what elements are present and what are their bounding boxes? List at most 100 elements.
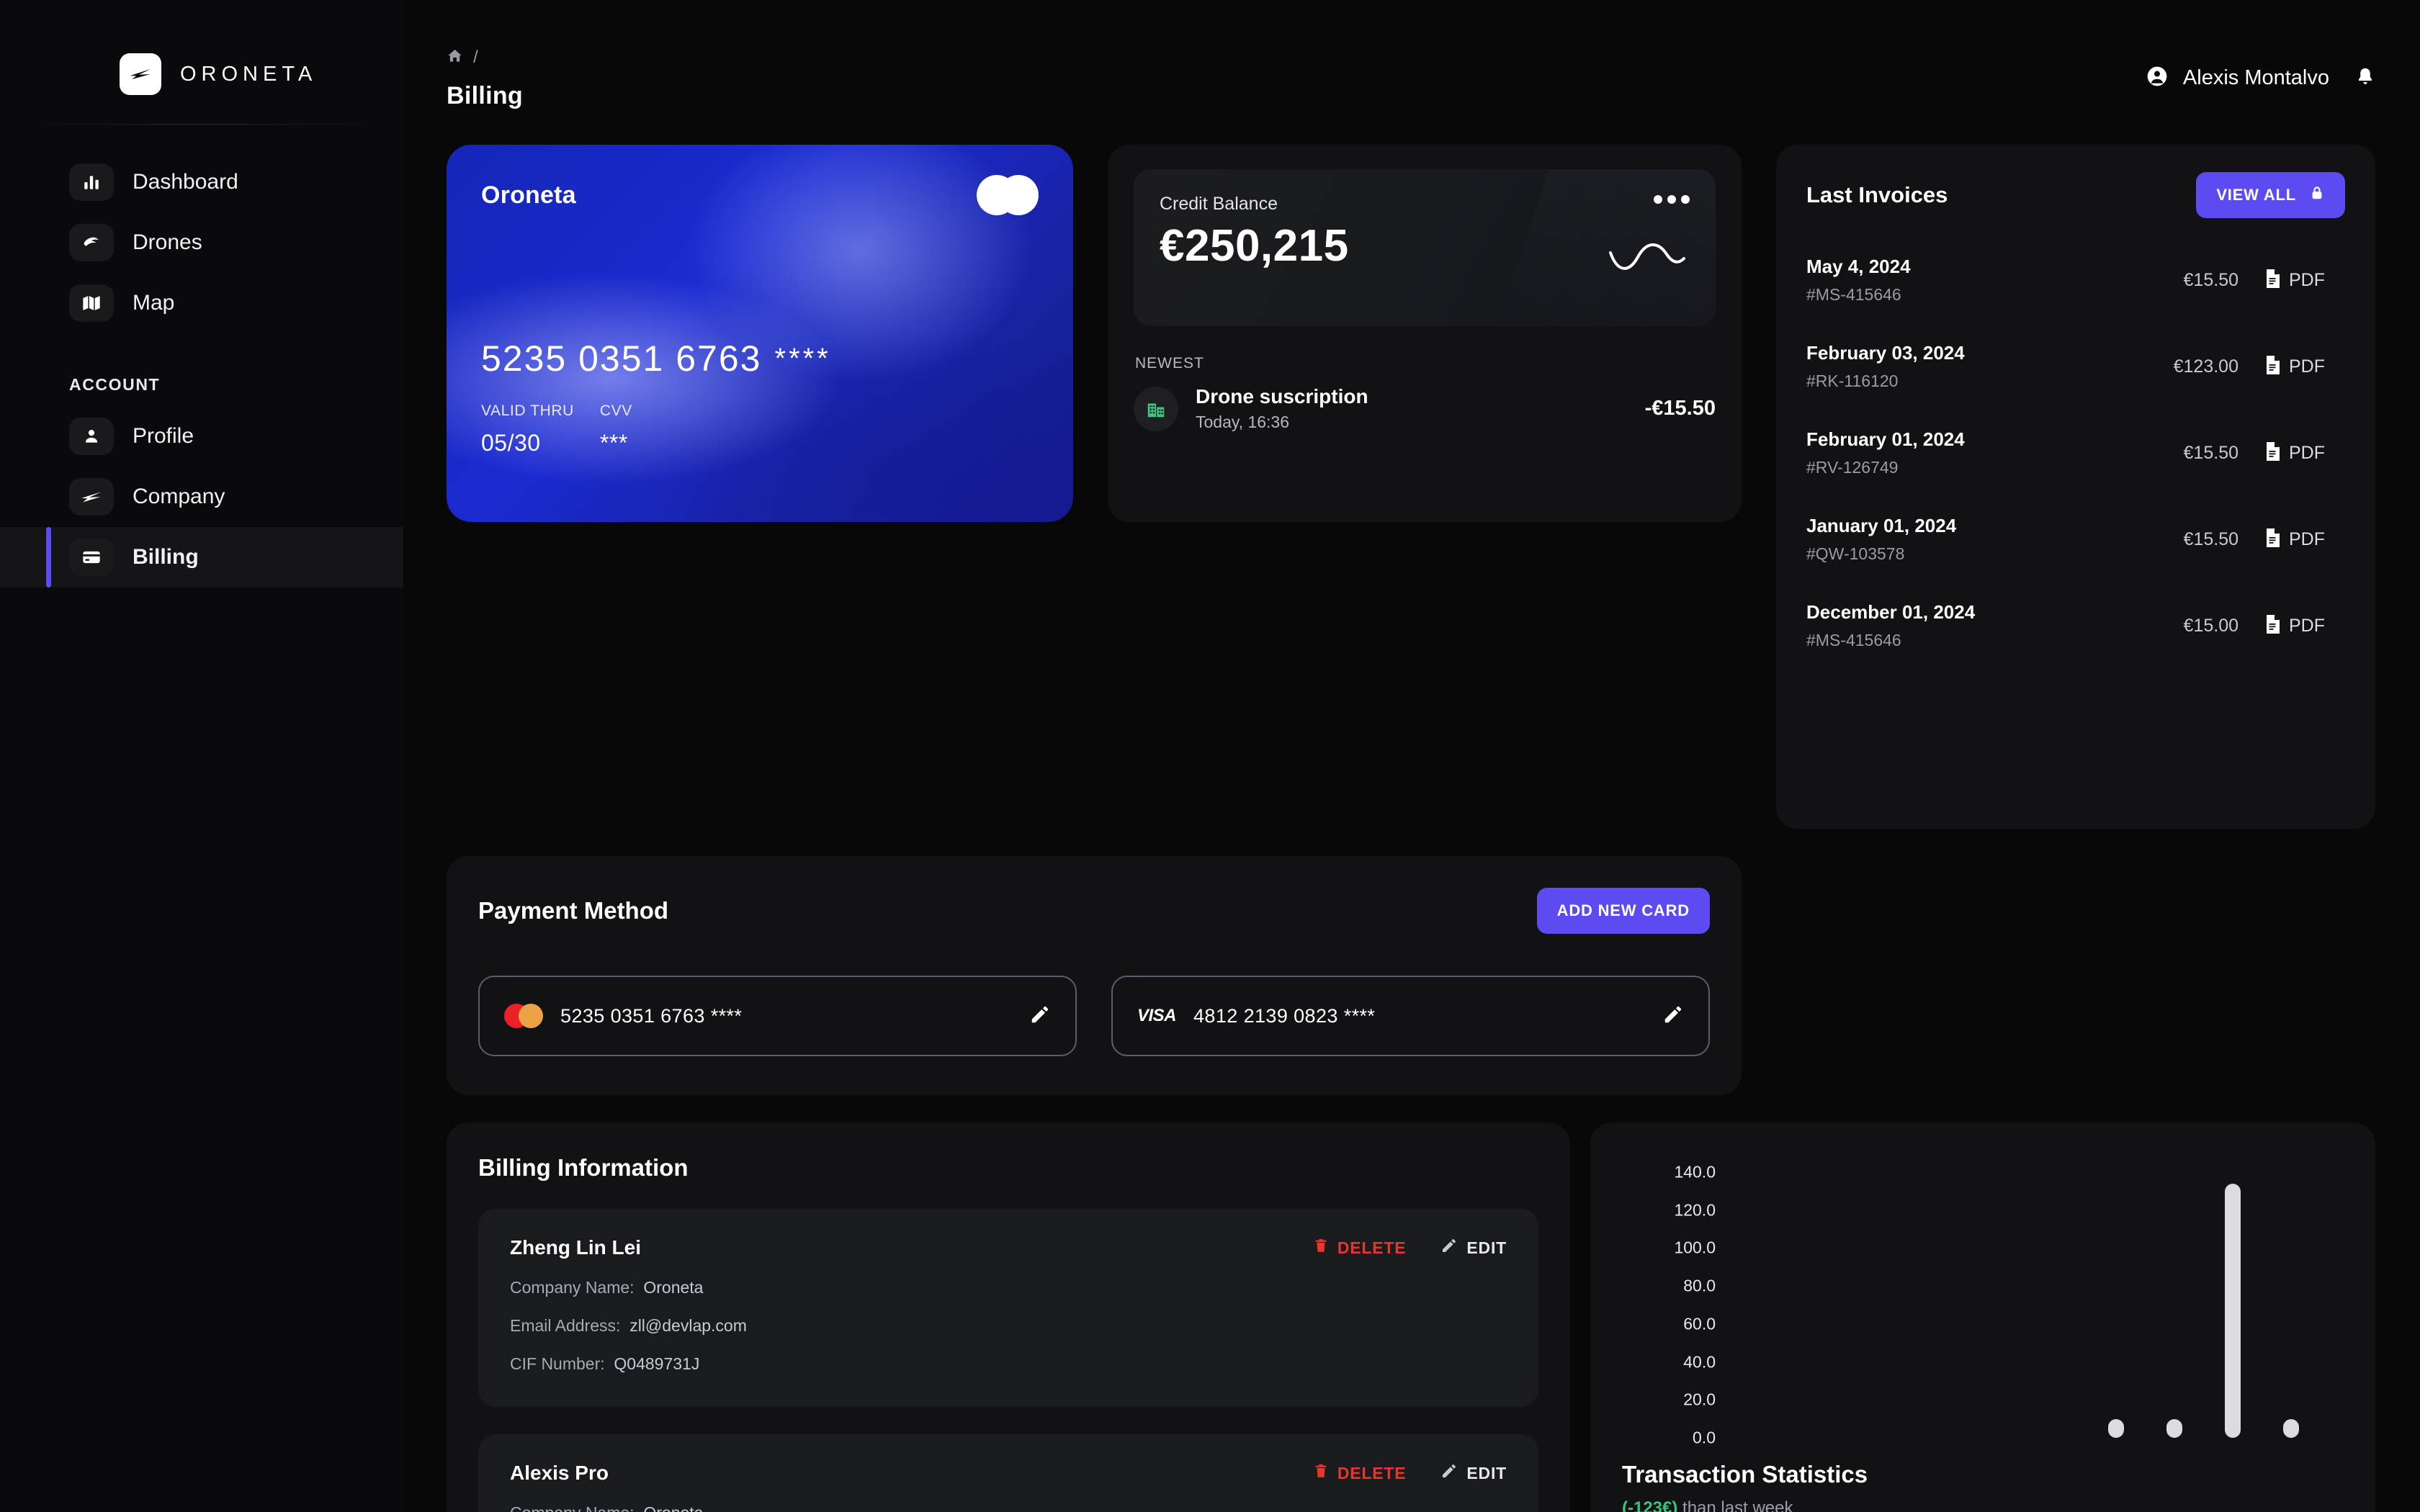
chart-plot-area xyxy=(1730,1157,2339,1438)
building-icon xyxy=(1134,386,1178,431)
sidebar-item-drones[interactable]: Drones xyxy=(0,212,403,273)
billing-entry-email: Email Address: zll@devlap.com xyxy=(510,1316,747,1335)
mastercard-icon xyxy=(977,175,1039,215)
breadcrumb: / Billing xyxy=(425,48,523,110)
transaction-text: Drone suscription Today, 16:36 xyxy=(1196,385,1368,432)
chart-y-tick: 0.0 xyxy=(1693,1428,1716,1447)
view-all-button[interactable]: VIEW ALL xyxy=(2196,172,2345,218)
delete-label: DELETE xyxy=(1337,1238,1407,1257)
balance-amount: €250,215 xyxy=(1160,221,1349,271)
newest-transaction[interactable]: Drone suscription Today, 16:36 -€15.50 xyxy=(1134,385,1716,432)
billing-entry-actions: DELETE EDIT xyxy=(1313,1462,1507,1484)
credit-card-meta: VALID THRU 05/30 CVV *** xyxy=(481,402,632,456)
billing-entry-cif: CIF Number: Q0489731J xyxy=(510,1354,700,1373)
invoice-meta: January 01, 2024 #QW-103578 xyxy=(1806,515,1956,564)
cvv-group: CVV *** xyxy=(600,402,632,456)
chart-bar xyxy=(2224,1183,2241,1438)
view-all-label: VIEW ALL xyxy=(2216,186,2296,204)
saved-card-mastercard[interactable]: 5235 0351 6763 **** xyxy=(478,976,1077,1056)
newest-label: NEWEST xyxy=(1135,355,1204,372)
billing-entry-card: Alexis Pro DELETE EDIT Company Name: Oro… xyxy=(478,1434,1538,1512)
bottom-row: Billing Information Zheng Lin Lei DELETE… xyxy=(425,1122,2375,1512)
home-icon[interactable] xyxy=(447,48,463,68)
mastercard-icon xyxy=(504,1004,543,1028)
sidebar-item-company[interactable]: Company xyxy=(0,467,403,527)
sidebar-item-dashboard[interactable]: Dashboard xyxy=(0,152,403,212)
overview-row: Oroneta 5235 0351 6763 **** VALID THRU 05… xyxy=(425,145,2375,829)
invoices-header: Last Invoices VIEW ALL xyxy=(1806,172,2345,218)
invoice-row: January 01, 2024 #QW-103578 €15.50 PDF xyxy=(1806,515,2345,564)
add-new-card-button[interactable]: ADD NEW CARD xyxy=(1536,888,1710,934)
sidebar-item-profile[interactable]: Profile xyxy=(0,406,403,467)
saved-card-visa[interactable]: VISA 4812 2139 0823 **** xyxy=(1111,976,1710,1056)
user-menu[interactable]: Alexis Montalvo xyxy=(2146,48,2375,91)
chart-bar xyxy=(2283,1419,2300,1438)
invoice-pdf-button[interactable]: PDF xyxy=(2264,441,2345,465)
trash-icon xyxy=(1313,1238,1329,1258)
invoice-amount: €15.50 xyxy=(2183,442,2238,463)
invoice-row: February 01, 2024 #RV-126749 €15.50 PDF xyxy=(1806,428,2345,477)
pencil-icon[interactable] xyxy=(1029,1004,1051,1029)
saved-card-number: 4812 2139 0823 **** xyxy=(1193,1004,1376,1027)
sidebar-nav: Dashboard Drones Map ACCOUNT Profile Com… xyxy=(0,152,403,588)
invoice-date: February 01, 2024 xyxy=(1806,428,1965,450)
more-horizontal-icon[interactable] xyxy=(1654,195,1690,204)
notification-bell-icon[interactable] xyxy=(2355,66,2375,90)
credit-card-number-mask: **** xyxy=(774,343,831,374)
edit-button[interactable]: EDIT xyxy=(1440,1462,1507,1484)
delete-label: DELETE xyxy=(1337,1463,1407,1482)
invoice-pdf-button[interactable]: PDF xyxy=(2264,528,2345,552)
invoice-pdf-button[interactable]: PDF xyxy=(2264,355,2345,379)
billing-information-title: Billing Information xyxy=(478,1154,689,1181)
pencil-icon[interactable] xyxy=(1662,1004,1684,1029)
brand-name: ORONETA xyxy=(180,62,318,86)
invoice-id: #RV-126749 xyxy=(1806,458,1899,477)
payment-method-panel: Payment Method ADD NEW CARD 5235 0351 67… xyxy=(447,856,1742,1095)
sine-wave-icon xyxy=(1608,235,1687,282)
breadcrumb-separator: / xyxy=(473,48,478,67)
billing-entry-header: Alexis Pro DELETE EDIT xyxy=(510,1462,1507,1485)
delete-button[interactable]: DELETE xyxy=(1313,1238,1407,1258)
invoice-pdf-label: PDF xyxy=(2289,356,2325,377)
user-name: Alexis Montalvo xyxy=(2182,66,2329,89)
document-icon xyxy=(2264,441,2282,465)
sidebar-item-label: Drones xyxy=(133,230,202,254)
invoice-pdf-button[interactable]: PDF xyxy=(2264,614,2345,638)
visa-icon: VISA xyxy=(1137,1006,1177,1025)
credit-balance-card: Credit Balance €250,215 NEWEST Drone sus… xyxy=(1108,145,1742,522)
payment-method-cards: 5235 0351 6763 **** VISA 4812 2139 0823 … xyxy=(478,976,1710,1056)
invoice-pdf-button[interactable]: PDF xyxy=(2264,269,2345,292)
chart-bar xyxy=(2107,1419,2124,1438)
cvv-label: CVV xyxy=(599,402,632,419)
invoice-pdf-label: PDF xyxy=(2289,442,2325,463)
invoice-pdf-label: PDF xyxy=(2289,269,2325,290)
chart-y-tick: 40.0 xyxy=(1683,1352,1716,1372)
page-title: Billing xyxy=(447,82,523,109)
invoice-pdf-label: PDF xyxy=(2289,615,2325,636)
edit-label: EDIT xyxy=(1466,1238,1507,1257)
edit-button[interactable]: EDIT xyxy=(1440,1237,1507,1259)
invoice-meta: December 01, 2024 #MS-415646 xyxy=(1806,601,1975,650)
invoice-id: #MS-415646 xyxy=(1806,631,1901,649)
billing-entries: Zheng Lin Lei DELETE EDIT Company Name: … xyxy=(478,1209,1538,1512)
delete-button[interactable]: DELETE xyxy=(1313,1463,1407,1483)
sidebar-item-map[interactable]: Map xyxy=(0,273,403,333)
balance-label: Credit Balance xyxy=(1160,194,1278,214)
invoice-date: December 01, 2024 xyxy=(1806,601,1976,623)
sidebar-item-label: Billing xyxy=(133,545,199,569)
pencil-icon xyxy=(1440,1237,1458,1259)
brand-logo[interactable]: ORONETA xyxy=(0,0,403,95)
chart-y-tick: 20.0 xyxy=(1683,1390,1716,1409)
transaction-amount: -€15.50 xyxy=(1644,397,1716,420)
valid-thru-group: VALID THRU 05/30 xyxy=(481,402,574,456)
paper-plane-icon xyxy=(69,478,114,516)
document-icon xyxy=(2264,528,2282,552)
transaction-chart: 140.0 120.0 100.0 80.0 60.0 40.0 20.0 0.0 xyxy=(1622,1157,2344,1447)
account-circle-icon xyxy=(2146,65,2169,91)
paper-plane-icon xyxy=(120,53,161,95)
last-invoices-panel: Last Invoices VIEW ALL May 4, 2024 #MS-4… xyxy=(1776,145,2375,829)
sidebar-item-billing[interactable]: Billing xyxy=(0,527,403,588)
invoice-row: May 4, 2024 #MS-415646 €15.50 PDF xyxy=(1806,256,2345,305)
add-new-card-label: ADD NEW CARD xyxy=(1556,901,1690,919)
valid-thru-value: 05/30 xyxy=(481,430,541,456)
